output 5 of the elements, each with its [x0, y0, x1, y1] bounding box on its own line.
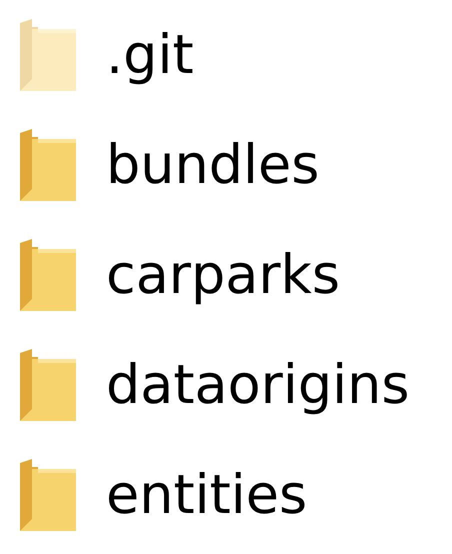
folder-name[interactable]: .git [106, 28, 194, 82]
folder-name[interactable]: entities [106, 468, 308, 522]
folder-name[interactable]: dataorigins [106, 358, 410, 412]
folder-name[interactable]: carparks [106, 248, 340, 302]
folder-name[interactable]: bundles [106, 138, 320, 192]
